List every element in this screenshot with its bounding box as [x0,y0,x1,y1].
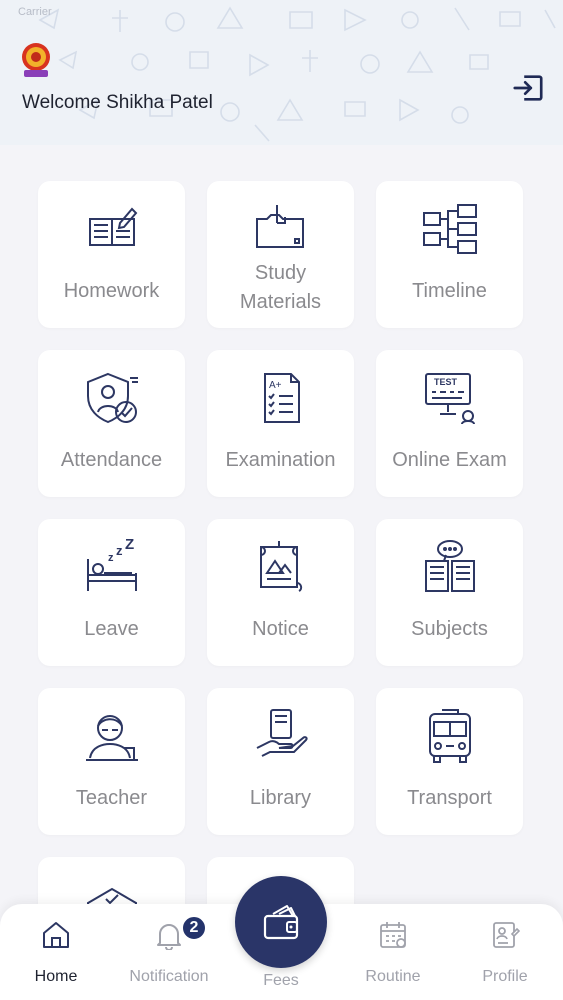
subjects-icon [425,540,475,592]
svg-text:TEST: TEST [434,377,458,387]
header: Carrier Welcome Shikha Patel [0,0,563,145]
tile-label: Library [249,787,312,809]
tile-attendance[interactable]: Attendance [38,350,185,497]
logout-button[interactable] [510,70,546,106]
tile-homework[interactable]: Homework [38,181,185,328]
nav-routine[interactable]: Routine [343,904,443,1000]
tile-study-materials[interactable]: Study Materials [207,181,354,328]
tile-label: Teacher [75,787,148,809]
profile-icon [493,922,520,948]
nav-profile[interactable]: Profile [455,904,555,1000]
tile-label: Subjects [411,618,488,640]
online-exam-icon: TEST [425,373,475,425]
svg-text:A+: A+ [269,380,282,391]
wallet-icon [263,905,299,940]
tile-subjects[interactable]: Subjects [376,519,523,666]
tile-label: Transport [407,787,492,809]
attendance-icon [87,372,138,424]
welcome-text: Welcome Shikha Patel [22,92,213,113]
nav-routine-label: Routine [365,968,421,985]
tile-label: Timeline [412,280,487,302]
svg-text:z: z [116,543,123,558]
tile-leave[interactable]: z z Z Leave [38,519,185,666]
tile-library[interactable]: Library [207,688,354,835]
tile-label-line1: Study [254,262,307,284]
notification-badge: 2 [181,915,207,941]
fees-label: Fees [263,972,299,989]
tile-notice[interactable]: Notice [207,519,354,666]
tile-teacher[interactable]: Teacher [38,688,185,835]
library-icon [256,709,308,757]
nav-notification[interactable]: 2 Notification [119,904,219,1000]
doodle-pattern [38,6,556,142]
school-logo-icon [18,40,54,80]
tile-label: Examination [225,449,336,471]
svg-text:Z: Z [125,539,134,553]
svg-text:z: z [108,552,114,564]
tile-label-line2: Materials [239,291,322,313]
menu-grid: Homework Study Materials Timeline Attend… [38,181,526,918]
transport-icon [429,709,471,763]
tile-examination[interactable]: A+ Examination [207,350,354,497]
calendar-icon [380,922,406,948]
nav-home[interactable]: Home [6,904,106,1000]
homework-icon [89,207,138,246]
examination-icon: A+ [264,373,300,423]
notice-icon [260,541,303,592]
tile-transport[interactable]: Transport [376,688,523,835]
nav-notification-label: Notification [129,968,209,985]
tile-label: Study Materials [207,259,354,317]
tile-label: Leave [84,618,139,640]
home-icon [43,922,69,948]
logout-icon [513,75,543,101]
nav-home-label: Home [34,968,78,985]
tile-label: Attendance [60,449,163,471]
tile-label: Notice [252,618,309,640]
tile-online-exam[interactable]: TEST Online Exam [376,350,523,497]
tile-label: Homework [63,280,160,302]
status-carrier: Carrier [18,6,52,18]
study-materials-icon [256,205,304,248]
tile-label: Online Exam [392,449,507,471]
nav-profile-label: Profile [482,968,528,985]
fees-button[interactable] [235,876,327,968]
leave-icon: z z Z [87,539,137,591]
timeline-icon [423,204,477,254]
tile-timeline[interactable]: Timeline [376,181,523,328]
bell-icon [157,924,181,950]
teacher-icon [86,715,138,761]
